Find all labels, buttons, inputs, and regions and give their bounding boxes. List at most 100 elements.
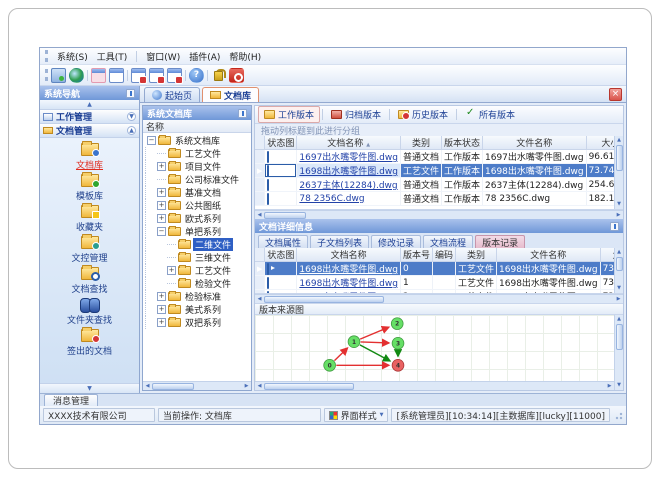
menu-item[interactable]: 帮助(H)	[229, 50, 261, 63]
scroll-up-icon[interactable]: ▲	[615, 248, 624, 257]
tree-node[interactable]: + 项目文件	[143, 160, 251, 173]
expand-icon[interactable]: +	[157, 318, 166, 327]
table-row[interactable]: 78 2356C.dwg普通文档工作版本78 2356C.dwg182.15KB…	[255, 191, 614, 206]
sidebar-group-documents[interactable]: 文档管理 ▲	[40, 124, 139, 138]
monitor-icon[interactable]	[51, 67, 66, 83]
tree-node[interactable]: + 工艺文件	[143, 264, 251, 277]
export-window-icon[interactable]	[131, 67, 147, 84]
column-header[interactable]: 大小	[600, 248, 614, 262]
tree-node[interactable]: 公司标准文件	[143, 173, 251, 186]
details-tab-版本记录[interactable]: 版本记录	[475, 235, 526, 249]
version-filter-button[interactable]: 工作版本	[258, 106, 321, 123]
tree-node[interactable]: − 单把系列	[143, 225, 251, 238]
pin-icon[interactable]	[610, 221, 619, 231]
column-header[interactable]: 文档名称 ▲	[296, 136, 401, 150]
expand-icon[interactable]: +	[157, 201, 166, 210]
graph-vertical-scrollbar[interactable]: ▲ ▼	[614, 315, 623, 390]
sidebar-item-签出的文档[interactable]: 签出的文档	[40, 327, 139, 357]
sidebar-item-文档库[interactable]: 文档库	[40, 141, 139, 171]
tree-node[interactable]: + 双把系列	[143, 316, 251, 329]
globe-icon[interactable]	[69, 67, 84, 83]
cascade-window-icon[interactable]	[109, 67, 124, 83]
expand-icon[interactable]: +	[167, 266, 176, 275]
ui-style-picker[interactable]: 界面样式 ▼	[323, 408, 389, 422]
tree-horizontal-scrollbar[interactable]: ◀ ▶	[143, 381, 251, 390]
details-tab-修改记录[interactable]: 修改记录	[371, 235, 422, 249]
scroll-up-icon[interactable]: ▲	[615, 136, 624, 145]
table-row[interactable]: ▶1698出水嘴零件图.dwg0工艺文件1698出水嘴零件图.dwg73.00K…	[255, 261, 614, 276]
tree-node[interactable]: 三维文件	[143, 251, 251, 264]
sidebar-group-work[interactable]: 工作管理 ▼	[40, 110, 139, 124]
close-tab-icon[interactable]: ×	[609, 88, 622, 101]
column-header[interactable]: 类别	[400, 136, 442, 150]
collapse-icon[interactable]: −	[147, 136, 156, 145]
tree-node[interactable]: + 美式系列	[143, 303, 251, 316]
scroll-thumb[interactable]	[615, 145, 623, 171]
tree-node[interactable]: 二维文件	[143, 238, 251, 251]
expand-icon[interactable]: +	[157, 305, 166, 314]
refresh-window-icon[interactable]	[149, 67, 165, 84]
document-name-link[interactable]: 2637主体(12284).dwg	[299, 181, 397, 191]
document-name-link[interactable]: 78 2356C.dwg	[299, 194, 364, 204]
expand-icon[interactable]: +	[157, 162, 166, 171]
details-tab-文档流程[interactable]: 文档流程	[423, 235, 474, 249]
tree-node[interactable]: + 检验标准	[143, 290, 251, 303]
table-row[interactable]: 1698出水嘴零件图.dwg2工艺文件1698出水嘴零件图.dwg73.00KB…	[255, 289, 614, 293]
column-header[interactable]: 类别	[455, 248, 498, 262]
expand-icon[interactable]: +	[157, 188, 166, 197]
column-header[interactable]: 版本号	[400, 248, 433, 262]
scroll-right-icon[interactable]: ▶	[242, 382, 251, 391]
tree-node[interactable]: 工艺文件	[143, 147, 251, 160]
tree-node[interactable]: + 欧式系列	[143, 212, 251, 225]
tree-node[interactable]: + 基准文档	[143, 186, 251, 199]
close-window-icon[interactable]	[167, 67, 183, 84]
scroll-up-icon[interactable]: ▲	[615, 315, 624, 324]
details-tab-子文档列表[interactable]: 子文档列表	[310, 235, 370, 249]
table-horizontal-scrollbar[interactable]: ◀ ▶	[255, 294, 623, 303]
column-header[interactable]: 编码	[432, 248, 457, 262]
expand-icon[interactable]: +	[157, 292, 166, 301]
column-header[interactable]: 文件名称	[496, 248, 601, 262]
version-filter-button[interactable]: 所有版本	[459, 106, 521, 123]
scroll-thumb[interactable]	[264, 211, 306, 219]
scroll-thumb[interactable]	[264, 295, 384, 303]
scroll-down-icon[interactable]: ▼	[615, 200, 624, 209]
tree-node[interactable]: 检验文件	[143, 277, 251, 290]
resize-grip[interactable]	[613, 410, 623, 420]
menu-item[interactable]: 工具(T)	[97, 50, 128, 63]
details-tab-文档属性[interactable]: 文档属性	[258, 235, 309, 249]
table-vertical-scrollbar[interactable]: ▲ ▼	[614, 248, 623, 293]
scroll-thumb[interactable]	[152, 382, 194, 390]
pin-icon[interactable]	[238, 108, 247, 118]
new-window-icon[interactable]	[91, 67, 106, 83]
scroll-left-icon[interactable]: ◀	[255, 382, 264, 391]
sidebar-item-文档查找[interactable]: 文档查找	[40, 265, 139, 295]
collapse-icon[interactable]: −	[157, 227, 166, 236]
document-name-link[interactable]: 1698出水嘴零件图.dwg	[299, 167, 398, 177]
document-name-link[interactable]: 1697出水嘴零件图.dwg	[299, 153, 398, 163]
menu-item[interactable]: 窗口(W)	[146, 50, 180, 63]
column-header[interactable]: 大小	[586, 136, 614, 150]
table-row[interactable]: ▶ 1698出水嘴零件图.dwg 工艺文件 工作版本 1698出水嘴零件图.dwg 73.…	[255, 163, 614, 178]
tree-node[interactable]: − 系统文档库	[143, 134, 251, 147]
power-icon[interactable]	[229, 67, 244, 83]
table-horizontal-scrollbar[interactable]: ◀ ▶	[255, 210, 623, 219]
table-row[interactable]: 2637主体(12284).dwg 普通文档 工作版本 2637主体(12284).d…	[255, 177, 614, 192]
document-name-link[interactable]: 1698出水嘴零件图.dwg	[299, 265, 398, 275]
sidebar-item-文件夹查找[interactable]: 文件夹查找	[40, 298, 139, 326]
scroll-thumb[interactable]	[615, 257, 623, 271]
column-header[interactable]: 文件名称	[482, 136, 587, 150]
pin-icon[interactable]	[126, 88, 135, 98]
column-header[interactable]: 版本状态	[441, 136, 484, 150]
column-header[interactable]: 文档名称	[296, 248, 401, 262]
scroll-right-icon[interactable]: ▶	[605, 382, 614, 391]
version-filter-button[interactable]: 归档版本	[325, 106, 387, 123]
tree-node[interactable]: + 公共图纸	[143, 199, 251, 212]
tab-文档库[interactable]: 文档库	[202, 87, 260, 102]
scroll-thumb[interactable]	[615, 324, 623, 350]
document-name-link[interactable]: 1698出水嘴零件图.dwg	[299, 279, 398, 289]
table-row[interactable]: 1698出水嘴零件图.dwg1工艺文件1698出水嘴零件图.dwg73.00KB…	[255, 275, 614, 290]
table-vertical-scrollbar[interactable]: ▲ ▼	[614, 136, 623, 209]
sidebar-scroll-up[interactable]: ▲	[40, 100, 139, 110]
graph-horizontal-scrollbar[interactable]: ◀ ▶	[255, 381, 614, 390]
